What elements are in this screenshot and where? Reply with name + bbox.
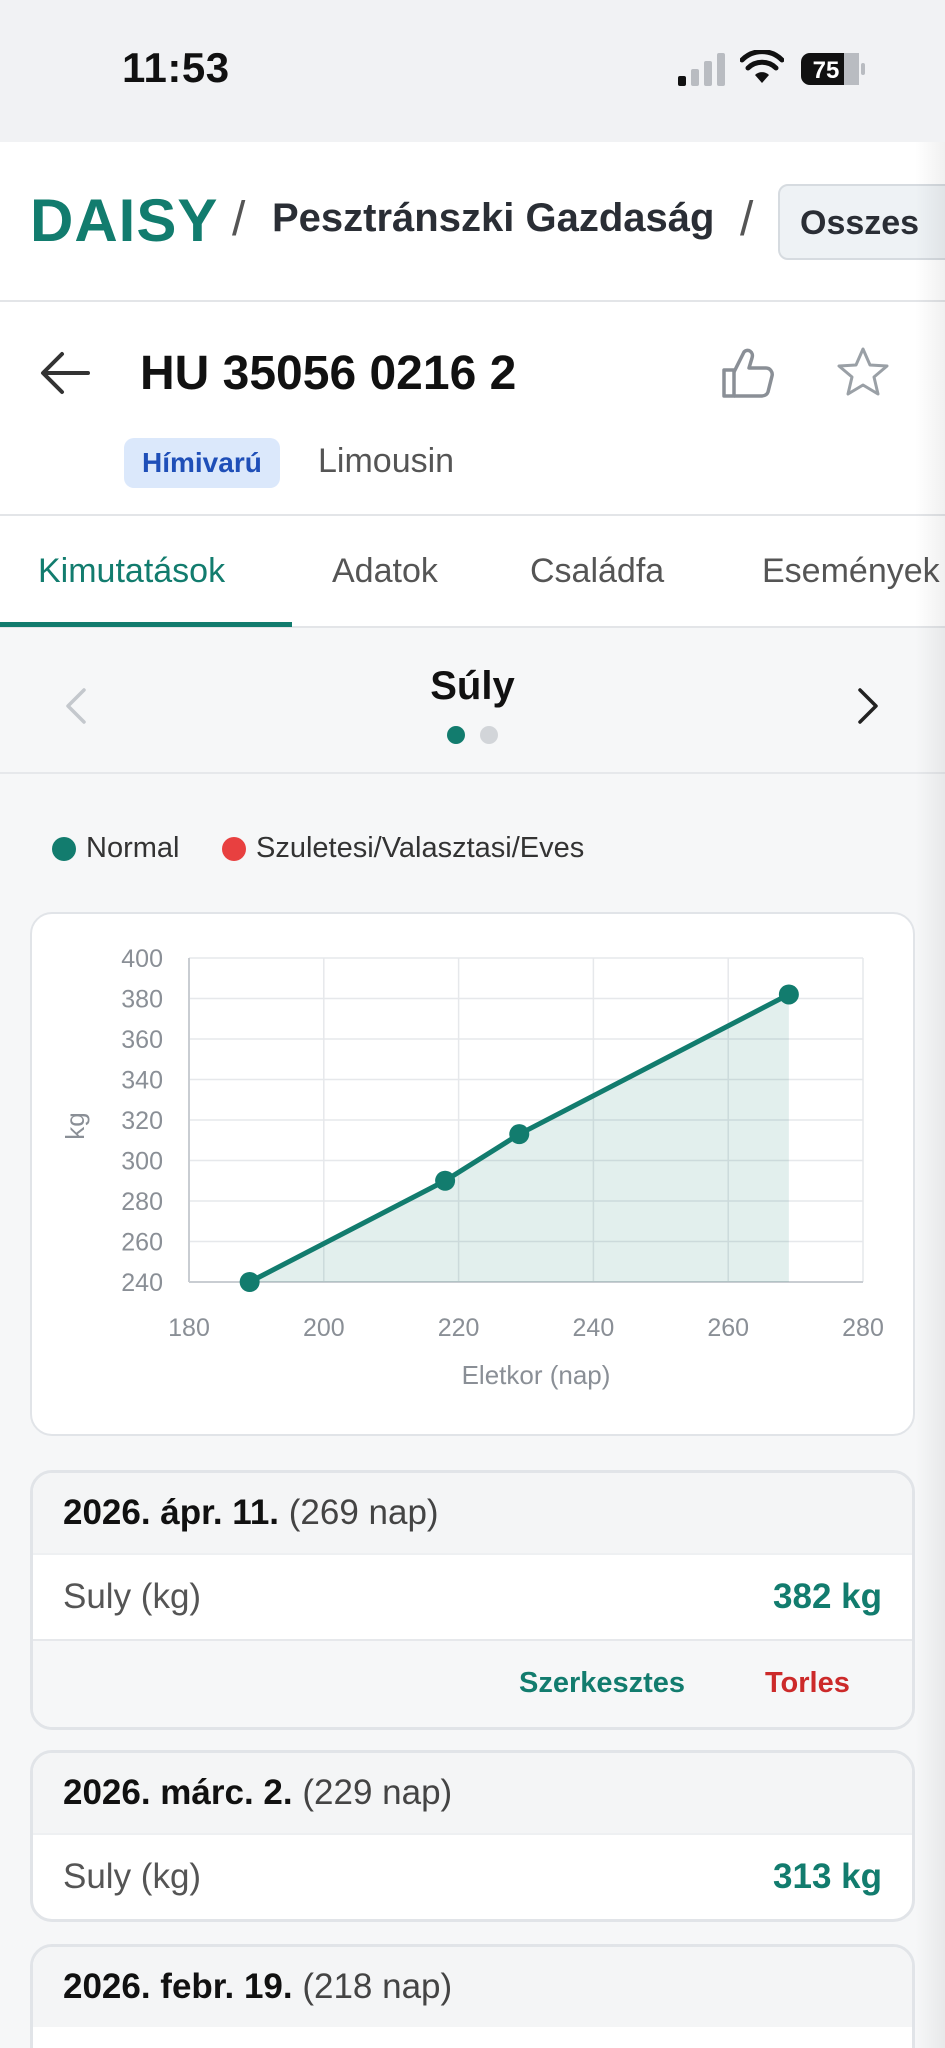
x-axis-label: Eletkor (nap) [462,1360,611,1390]
x-tick-label: 280 [842,1314,884,1342]
breadcrumb-separator: / [740,193,754,246]
data-point [435,1170,456,1191]
y-tick-label: 280 [121,1188,163,1216]
app-logo[interactable]: DAISY [30,186,218,255]
record-label: Suly (kg) [63,1577,202,1616]
tab-esemenyek[interactable]: Események [762,552,940,591]
weight-chart-card: 240 260 280 300 320 340 360 380 400 180 200 220 240 2… [30,912,915,1436]
record-date: 2026. febr. 19. [63,1967,293,2006]
breadcrumb-farm[interactable]: Pesztránszki Gazdaság [272,196,714,241]
x-tick-label: 200 [303,1314,345,1342]
back-arrow-icon[interactable] [38,348,94,398]
delete-button[interactable]: Torles [765,1667,850,1700]
sex-badge: Hímivarú [124,438,280,488]
record-age: (218 nap) [302,1967,453,2006]
y-tick-label: 340 [121,1067,163,1095]
cellular-signal-icon [678,53,725,86]
tab-csaladfa[interactable]: Családfa [530,552,664,591]
y-tick-label: 300 [121,1148,163,1176]
x-tick-label: 260 [707,1314,749,1342]
y-tick-label: 240 [121,1269,163,1297]
legend-dot-icon [52,837,76,862]
chart-title: Súly [430,664,515,708]
legend-label: Szuletesi/Valasztasi/Eves [256,832,585,864]
y-tick-label: 400 [121,945,163,973]
record-header: 2026. ápr. 11. (269 nap) [33,1473,912,1553]
animal-header: HU 35056 0216 2 Hímivarú Limousin [0,302,945,516]
animal-id: HU 35056 0216 2 [140,347,517,400]
x-tick-label: 240 [573,1314,615,1342]
x-tick-label: 220 [438,1314,480,1342]
weight-record-card: 2026. márc. 2. (229 nap) Suly (kg) 313 k… [30,1750,915,1922]
record-age: (229 nap) [302,1773,453,1812]
battery-level: 75 [813,57,840,84]
legend-label: Normal [86,832,180,864]
record-row: Suly (kg) 382 kg [33,1553,912,1639]
battery-icon: 75 [801,53,865,85]
weight-record-card: 2026. febr. 19. (218 nap) [30,1944,915,2048]
tab-adatok[interactable]: Adatok [332,552,438,591]
breed-label: Limousin [318,442,455,480]
legend-item-normal[interactable]: Normal [52,828,179,868]
chart-carousel: Súly [0,628,945,774]
y-tick-label: 380 [121,986,163,1014]
data-point [509,1124,530,1145]
data-point [778,984,799,1005]
y-tick-label: 320 [121,1107,163,1135]
y-axis-label: kg [60,1112,90,1139]
legend-dot-icon [222,837,246,862]
x-tick-label: 180 [168,1314,210,1342]
carousel-dot[interactable] [480,726,498,744]
favorite-star-icon[interactable] [834,344,892,402]
record-value: 313 kg [773,1857,882,1896]
y-tick-label: 260 [121,1229,163,1257]
data-point [239,1272,260,1292]
scope-select-button[interactable]: Osszes [778,184,945,260]
active-tab-indicator [0,622,292,627]
weight-record-card: 2026. ápr. 11. (269 nap) Suly (kg) 382 k… [30,1470,915,1730]
weight-chart: 240 260 280 300 320 340 360 380 400 180 200 220 240 2… [60,945,884,1390]
record-date: 2026. márc. 2. [63,1773,293,1812]
record-header: 2026. márc. 2. (229 nap) [33,1753,912,1833]
record-value: 382 kg [773,1577,882,1616]
chevron-right-icon[interactable] [852,684,884,728]
tab-kimutatasok[interactable]: Kimutatások [38,552,225,591]
record-date: 2026. ápr. 11. [63,1493,280,1532]
y-tick-label: 360 [121,1026,163,1054]
record-header: 2026. febr. 19. (218 nap) [33,1947,912,2027]
thumbs-up-icon[interactable] [718,344,776,402]
scope-select-label: Osszes [800,204,920,242]
stats-content: Súly Normal Szuletesi/Valasztasi/Eves 24… [0,628,945,2048]
wifi-icon [740,50,784,83]
record-actions: Szerkesztes Torles [33,1639,912,1727]
carousel-dot-active[interactable] [447,726,465,744]
record-age: (269 nap) [288,1493,439,1532]
status-time: 11:53 [122,44,230,91]
status-bar: 11:53 75 [0,0,945,142]
breadcrumb-separator: / [232,193,246,246]
edit-button[interactable]: Szerkesztes [519,1667,685,1700]
record-row: Suly (kg) 313 kg [33,1833,912,1919]
top-header: DAISY / Pesztránszki Gazdaság / Osszes [0,142,945,302]
tab-bar: Kimutatások Adatok Családfa Események [0,516,945,628]
legend-item-special[interactable]: Szuletesi/Valasztasi/Eves [222,828,584,868]
record-label: Suly (kg) [63,1857,202,1896]
